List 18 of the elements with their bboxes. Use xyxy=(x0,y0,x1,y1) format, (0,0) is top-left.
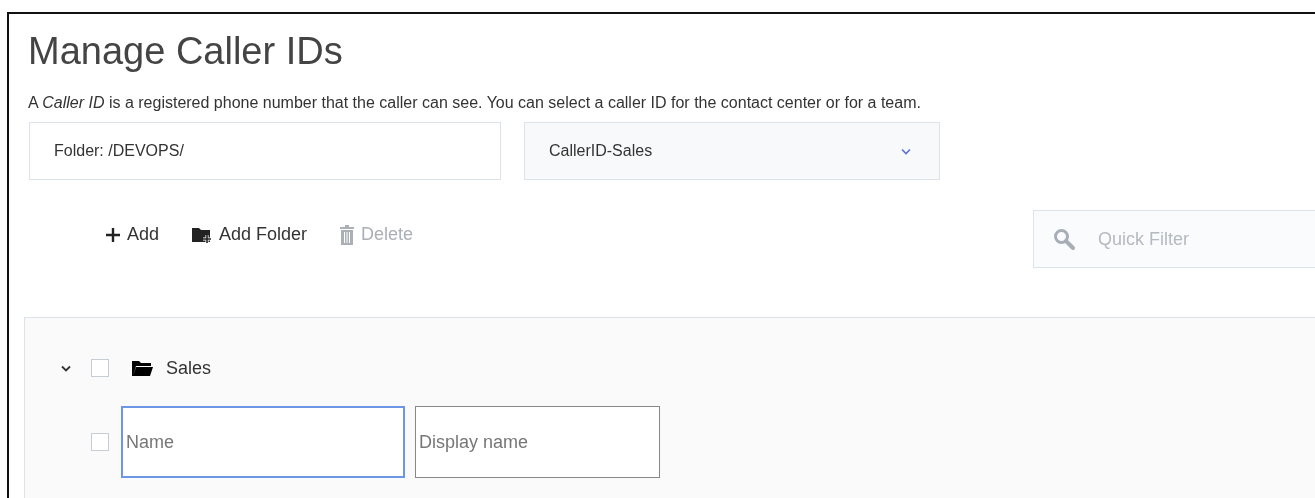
caller-id-dropdown[interactable]: CallerID-Sales xyxy=(524,122,940,180)
checkbox[interactable] xyxy=(91,433,109,451)
name-input[interactable]: Name xyxy=(121,406,405,478)
page-title: Manage Caller IDs xyxy=(28,29,344,74)
add-folder-button[interactable]: Add Folder xyxy=(185,220,314,249)
plus-icon xyxy=(105,226,121,243)
display-name-input[interactable]: Display name xyxy=(415,406,660,478)
quick-filter-field[interactable]: Quick Filter xyxy=(1033,210,1315,268)
folder-label[interactable]: Sales xyxy=(166,357,212,379)
folder-field[interactable]: Folder: /DEVOPS/ xyxy=(29,122,501,180)
chevron-down-icon[interactable] xyxy=(61,364,71,372)
chevron-down-icon xyxy=(901,147,911,155)
folder-plus-icon xyxy=(191,225,214,244)
trash-icon xyxy=(339,224,356,245)
folder-icon xyxy=(131,359,153,377)
add-button[interactable]: Add xyxy=(99,220,166,249)
description: A Caller ID is a registered phone number that the caller can see. You can select a caller ID for the contact center or for a team. xyxy=(28,94,922,112)
checkbox[interactable] xyxy=(91,359,109,377)
